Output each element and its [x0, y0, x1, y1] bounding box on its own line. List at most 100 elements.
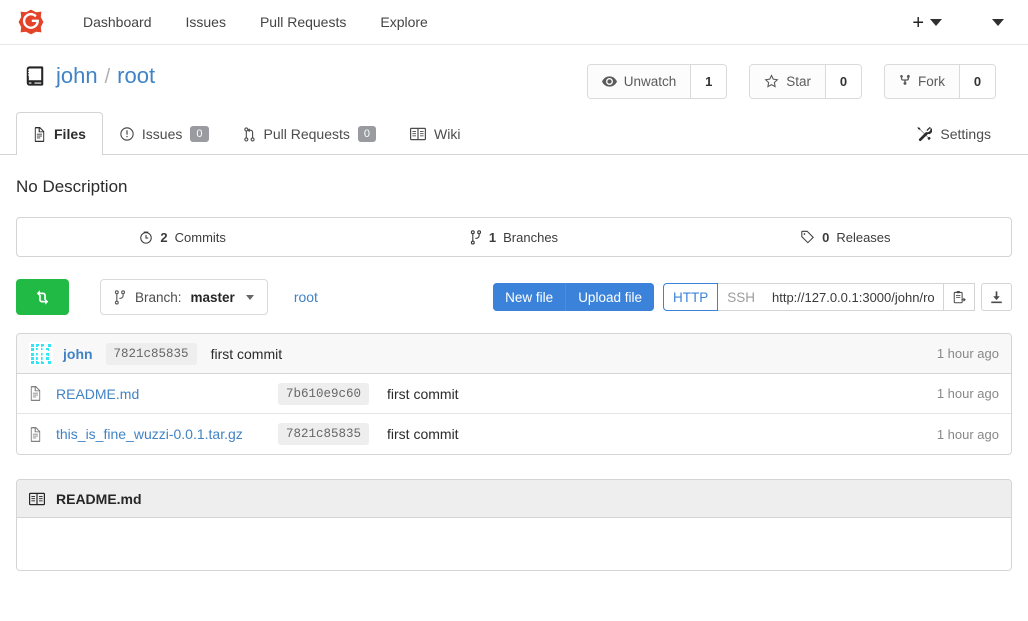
file-list-table: john 7821c85835 first commit 1 hour ago … — [16, 333, 1012, 455]
branch-prefix-label: Branch: — [135, 289, 182, 305]
table-row[interactable]: README.md 7b610e9c60 first commit 1 hour… — [17, 374, 1011, 414]
chevron-down-icon — [930, 19, 942, 26]
star-label: Star — [786, 74, 811, 89]
file-commit-sha[interactable]: 7821c85835 — [278, 423, 370, 445]
git-branch-icon — [114, 289, 126, 305]
star-count[interactable]: 0 — [825, 65, 861, 98]
repo-breadcrumb: john / root — [56, 63, 155, 89]
chevron-down-icon — [245, 294, 254, 300]
eye-icon — [601, 76, 617, 87]
tab-issues-label: Issues — [141, 126, 183, 142]
readme-title: README.md — [56, 490, 142, 507]
latest-commit-row: john 7821c85835 first commit 1 hour ago — [17, 334, 1011, 374]
nav-item-dashboard[interactable]: Dashboard — [66, 0, 169, 45]
copy-clone-url-button[interactable] — [944, 283, 975, 311]
releases-count: 0 — [822, 229, 830, 245]
user-menu[interactable] — [978, 0, 1012, 45]
identicon-avatar — [29, 341, 53, 366]
repo-actions: Unwatch 1 Star 0 Fork 0 — [586, 64, 996, 99]
file-commit-time: 1 hour ago — [936, 386, 999, 401]
watch-button-group[interactable]: Unwatch 1 — [586, 64, 728, 99]
file-commit-sha[interactable]: 7b610e9c60 — [278, 382, 370, 405]
tabs-left: Files Issues 0 Pull Requests 0 Wiki — [16, 110, 477, 155]
repo-tabbar: Files Issues 0 Pull Requests 0 Wiki Sett… — [0, 111, 1028, 155]
git-branch-icon — [470, 229, 482, 245]
star-button[interactable]: Star — [750, 65, 825, 98]
history-icon — [139, 230, 153, 244]
commit-author-link[interactable]: john — [63, 346, 93, 362]
readme-body — [17, 518, 1011, 570]
nav-item-explore[interactable]: Explore — [363, 0, 444, 45]
commits-label: Commits — [174, 229, 226, 245]
create-new-menu[interactable]: + — [904, 0, 950, 45]
file-commit-message: first commit — [387, 426, 459, 442]
plus-icon: + — [912, 11, 924, 34]
file-name-link[interactable]: this_is_fine_wuzzi-0.0.1.tar.gz — [56, 426, 278, 442]
repo-owner-link[interactable]: john — [56, 63, 98, 89]
tab-pull-requests-label: Pull Requests — [263, 126, 350, 142]
commit-sha[interactable]: 7821c85835 — [105, 342, 197, 365]
book-icon — [29, 492, 45, 506]
compare-button[interactable] — [16, 279, 69, 315]
chevron-down-icon — [992, 19, 1004, 26]
commits-count: 2 — [160, 229, 168, 245]
file-text-icon — [29, 386, 42, 401]
commit-message: first commit — [210, 345, 283, 362]
repo-header: john / root Unwatch 1 Star 0 Fork 0 — [0, 45, 1028, 111]
clone-protocol-ssh[interactable]: SSH — [717, 283, 765, 311]
watch-count[interactable]: 1 — [690, 65, 727, 98]
tab-wiki-label: Wiki — [434, 126, 461, 142]
top-navbar: Dashboard Issues Pull Requests Explore + — [0, 0, 1028, 45]
clone-protocol-http[interactable]: HTTP — [662, 283, 719, 311]
tab-settings-label: Settings — [940, 126, 991, 142]
toolbar-right: New file Upload file HTTP SSH — [493, 279, 1012, 315]
clone-panel: HTTP SSH — [662, 283, 1012, 311]
file-text-icon — [29, 426, 42, 442]
tab-files[interactable]: Files — [16, 112, 103, 155]
branch-selector[interactable]: Branch: master — [100, 279, 268, 315]
stat-commits[interactable]: 2 Commits — [17, 218, 348, 256]
tab-settings[interactable]: Settings — [899, 112, 1008, 155]
nav-item-pull-requests[interactable]: Pull Requests — [243, 0, 363, 45]
file-icon — [33, 126, 46, 142]
tab-wiki[interactable]: Wiki — [393, 112, 477, 155]
commit-time: 1 hour ago — [936, 346, 999, 361]
path-breadcrumb-root[interactable]: root — [294, 289, 318, 305]
tab-pull-requests-badge: 0 — [357, 126, 377, 142]
gitea-logo-icon[interactable] — [16, 7, 46, 37]
tab-pull-requests[interactable]: Pull Requests 0 — [226, 112, 394, 155]
unwatch-button[interactable]: Unwatch — [587, 65, 691, 98]
unwatch-label: Unwatch — [623, 74, 677, 89]
repo-book-icon — [24, 64, 46, 88]
repo-toolbar: Branch: master root New file Upload file… — [16, 279, 1012, 315]
git-compare-icon — [34, 289, 51, 306]
download-archive-button[interactable] — [981, 283, 1012, 311]
fork-button-group[interactable]: Fork 0 — [884, 64, 996, 99]
fork-icon — [899, 74, 911, 89]
tabs-right: Settings — [899, 111, 1008, 154]
download-icon — [989, 290, 1004, 305]
star-button-group[interactable]: Star 0 — [749, 64, 862, 99]
table-row[interactable]: this_is_fine_wuzzi-0.0.1.tar.gz 7821c858… — [17, 414, 1011, 454]
git-pull-request-icon — [243, 126, 256, 142]
tab-issues[interactable]: Issues 0 — [103, 112, 226, 155]
readme-panel: README.md — [16, 479, 1012, 571]
stat-branches[interactable]: 1 Branches — [348, 218, 679, 256]
tab-issues-badge: 0 — [190, 126, 209, 142]
tag-icon — [800, 230, 815, 244]
fork-count[interactable]: 0 — [959, 65, 995, 98]
fork-label: Fork — [918, 74, 945, 89]
repo-name-link[interactable]: root — [117, 63, 155, 89]
book-icon — [410, 127, 427, 141]
repo-title-wrap: john / root — [16, 63, 155, 89]
nav-item-issues[interactable]: Issues — [169, 0, 243, 45]
releases-label: Releases — [836, 229, 891, 245]
star-icon — [764, 74, 779, 89]
branch-name-label: master — [190, 289, 235, 305]
file-name-link[interactable]: README.md — [56, 386, 278, 402]
fork-button[interactable]: Fork — [885, 65, 959, 98]
new-file-button[interactable]: New file — [493, 283, 566, 311]
stat-releases[interactable]: 0 Releases — [680, 218, 1011, 256]
upload-file-button[interactable]: Upload file — [565, 283, 654, 311]
clone-url-input[interactable] — [764, 283, 944, 311]
